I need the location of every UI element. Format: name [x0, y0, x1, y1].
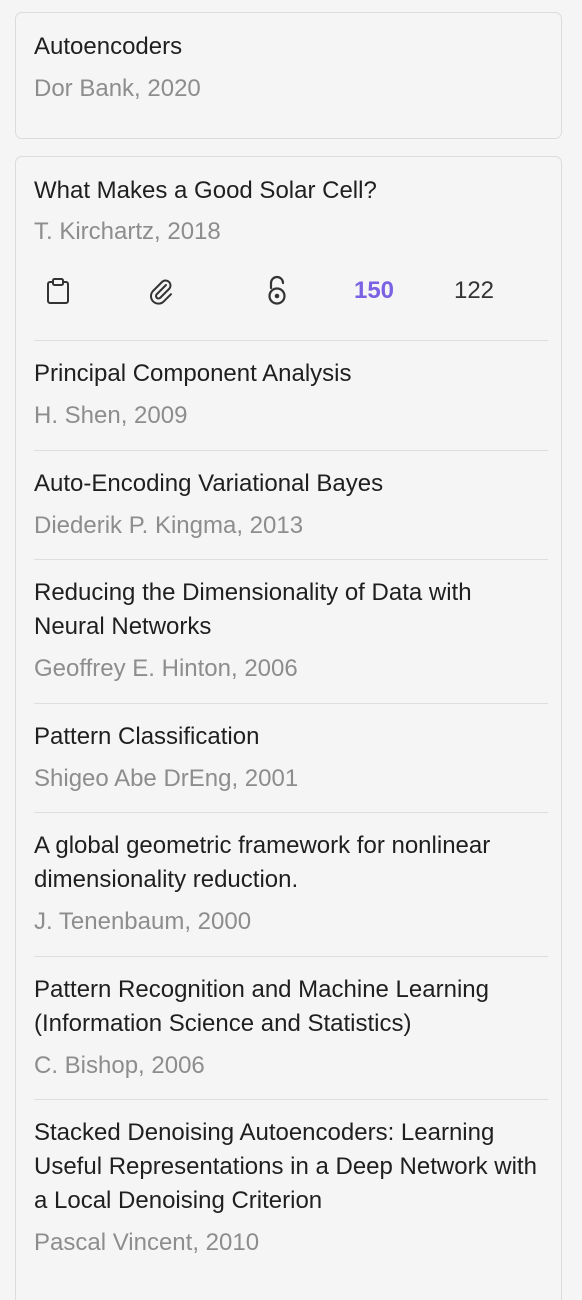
paper-author-year: Pascal Vincent, 2010 [34, 1229, 260, 1256]
list-item[interactable]: Reducing the Dimensionality of Data with… [34, 559, 548, 703]
list-item[interactable]: Stacked Denoising Autoencoders: Learning… [34, 1099, 548, 1300]
paper-title[interactable]: Pattern Recognition and Machine Learning… [34, 973, 548, 1041]
paper-title[interactable]: Reducing the Dimensionality of Data with… [34, 576, 548, 644]
open-access-icon [268, 275, 286, 305]
paper-card[interactable]: Autoencoders Dor Bank, 2020 [15, 12, 562, 139]
paper-title[interactable]: Pattern Classification [34, 720, 548, 754]
clipboard-icon [47, 278, 69, 304]
related-papers-card: What Makes a Good Solar Cell? T. Kirchar… [15, 156, 562, 1300]
citations-count[interactable]: 150 [348, 269, 400, 313]
paper-title[interactable]: A global geometric framework for nonline… [34, 829, 548, 897]
paper-title[interactable]: Autoencoders [34, 30, 544, 64]
paper-title[interactable]: What Makes a Good Solar Cell? [34, 174, 546, 208]
paper-sidebar: Autoencoders Dor Bank, 2020 What Makes a… [0, 0, 582, 1300]
paper-title[interactable]: Stacked Denoising Autoencoders: Learning… [34, 1116, 548, 1218]
paper-author-year: T. Kirchartz, 2018 [34, 218, 221, 245]
list-item[interactable]: Pattern Recognition and Machine Learning… [34, 956, 548, 1099]
list-item[interactable]: Pattern Classification Shigeo Abe DrEng,… [34, 703, 548, 812]
list-item[interactable]: Auto-Encoding Variational Bayes Diederik… [34, 450, 548, 559]
paper-author-year: Dor Bank, 2020 [34, 75, 201, 102]
paper-author-year: Geoffrey E. Hinton, 2006 [34, 655, 298, 682]
clipboard-button[interactable] [42, 269, 74, 313]
list-item[interactable]: A global geometric framework for nonline… [34, 812, 548, 956]
paper-author-year: J. Tenenbaum, 2000 [34, 908, 252, 935]
list-item[interactable]: Principal Component Analysis H. Shen, 20… [34, 340, 548, 450]
paper-title[interactable]: Auto-Encoding Variational Bayes [34, 467, 548, 501]
paper-author-year: Shigeo Abe DrEng, 2001 [34, 765, 299, 792]
paper-title[interactable]: Principal Component Analysis [34, 357, 548, 391]
attachment-button[interactable] [142, 269, 178, 313]
paper-actions: 150 122 [34, 269, 546, 313]
related-papers-list: Principal Component Analysis H. Shen, 20… [34, 340, 548, 1300]
open-access-button[interactable] [262, 269, 292, 313]
paperclip-icon [150, 279, 172, 305]
citations-count-value: 150 [353, 277, 395, 304]
featured-paper[interactable]: What Makes a Good Solar Cell? T. Kirchar… [34, 174, 546, 249]
paper-author-year: C. Bishop, 2006 [34, 1052, 205, 1079]
references-count-value: 122 [453, 277, 495, 304]
references-count[interactable]: 122 [448, 269, 500, 313]
paper-author-year: Diederik P. Kingma, 2013 [34, 512, 304, 539]
paper-card-content: Autoencoders Dor Bank, 2020 [34, 30, 544, 106]
paper-author-year: H. Shen, 2009 [34, 402, 188, 429]
